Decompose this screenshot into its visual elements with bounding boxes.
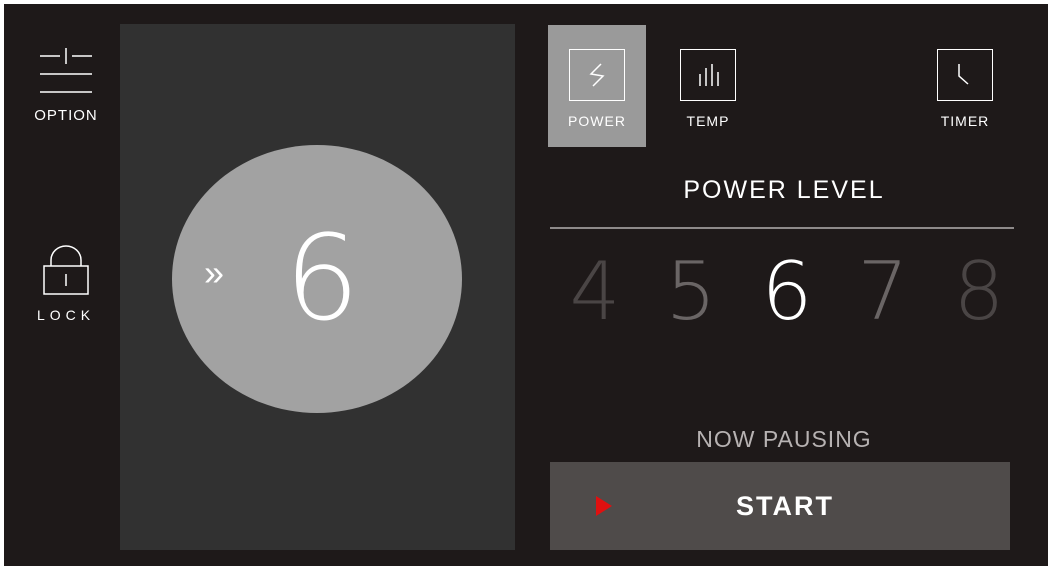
power-level-title: POWER LEVEL [683, 176, 885, 204]
level-option[interactable]: 7 [848, 244, 918, 340]
status-text: NOW PAUSING [696, 426, 872, 452]
level-option[interactable]: 8 [944, 244, 1014, 340]
cooker-screen: OPTION LOCK » 6 POWER TEMP TIMER POWER L… [4, 4, 1048, 566]
tab-timer-label: TIMER [940, 113, 990, 129]
tab-power-label: POWER [568, 113, 626, 129]
tab-temp[interactable]: TEMP [659, 25, 757, 147]
option-label: OPTION [34, 107, 98, 124]
dial-panel: » 6 [120, 24, 515, 550]
option-button[interactable]: OPTION [26, 44, 106, 124]
dial-value: 6 [284, 209, 360, 347]
double-chevron-icon: » [204, 252, 225, 293]
divider [550, 227, 1014, 229]
tab-timer[interactable]: TIMER [916, 25, 1014, 147]
tab-temp-label: TEMP [686, 113, 730, 129]
tab-power[interactable]: POWER [548, 25, 646, 147]
lightning-icon [569, 49, 625, 101]
lock-label: LOCK [36, 307, 96, 323]
level-option-selected[interactable]: 6 [752, 244, 822, 340]
padlock-icon [43, 245, 89, 295]
bars-icon [680, 49, 736, 101]
clock-icon [937, 49, 993, 101]
start-button[interactable]: START [550, 462, 1010, 550]
level-option[interactable]: 5 [656, 244, 726, 340]
power-dial[interactable]: » 6 [172, 145, 462, 413]
sliders-icon [40, 48, 92, 93]
power-level-selector[interactable]: 4 5 6 7 8 [550, 244, 1018, 344]
level-option[interactable]: 4 [560, 244, 630, 340]
lock-button[interactable]: LOCK [26, 244, 106, 323]
start-label: START [736, 491, 834, 521]
